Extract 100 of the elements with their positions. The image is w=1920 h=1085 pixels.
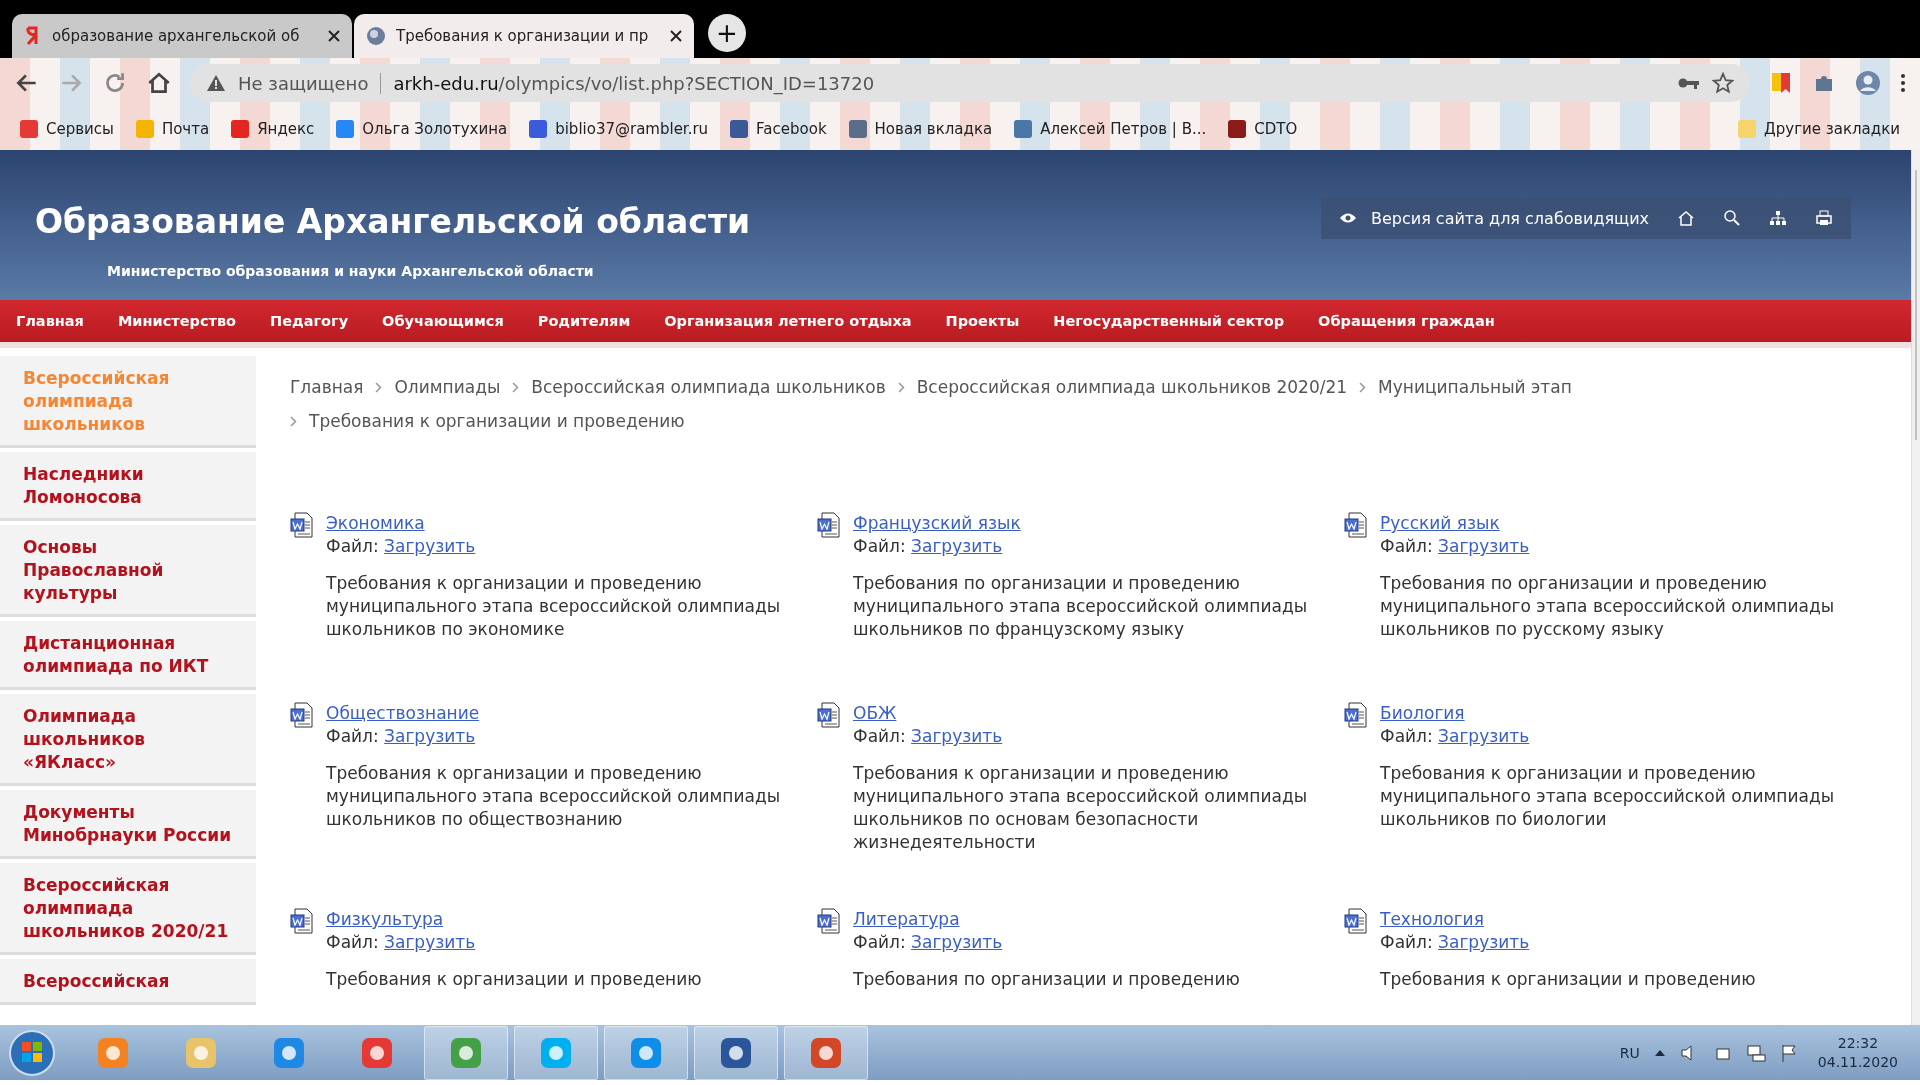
download-link[interactable]: Загрузить (911, 932, 1003, 952)
bookmark-link[interactable]: biblio37@rambler.ru (529, 120, 709, 138)
site-subtitle: Министерство образования и науки Архангельской области (107, 263, 595, 279)
bookmark-link[interactable]: Facebook (730, 120, 827, 138)
menu-icon[interactable] (1900, 72, 1906, 94)
document-icon (1344, 908, 1368, 934)
file-label: Файл: (326, 932, 379, 952)
nav-link[interactable]: Педагогу (270, 313, 349, 329)
download-link[interactable]: Загрузить (384, 536, 476, 556)
start-button[interactable] (8, 1028, 56, 1077)
bookmark-link[interactable]: Новая вкладка (848, 120, 993, 138)
document-title-link[interactable]: Физкультура (326, 909, 444, 929)
bookmark-link[interactable]: Сервисы (20, 120, 114, 138)
chevron-icon (897, 381, 905, 393)
file-label: Файл: (1380, 536, 1433, 556)
accessibility-link[interactable]: Версия сайта для слабовидящих (1338, 208, 1649, 228)
sidebar-item[interactable]: Всероссийская (0, 959, 256, 1005)
other-bookmarks-link[interactable]: Другие закладки (1738, 120, 1900, 138)
nav-link[interactable]: Обращения граждан (1318, 313, 1495, 329)
nav-link[interactable]: Проекты (945, 313, 1020, 329)
download-link[interactable]: Загрузить (1438, 536, 1530, 556)
clock-time: 22:32 (1836, 1033, 1880, 1053)
bookmark-link[interactable]: Почта (135, 120, 210, 138)
taskbar-app-button[interactable] (604, 1025, 688, 1080)
document-icon (817, 702, 841, 728)
breadcrumb-link[interactable]: Олимпиады (394, 370, 501, 404)
breadcrumb-link[interactable]: Всероссийская олимпиада школьников 2020/21 (916, 370, 1348, 404)
warning-icon (206, 74, 226, 92)
document-icon (290, 512, 314, 538)
file-label: Файл: (326, 536, 379, 556)
document-title-link[interactable]: Биология (1380, 703, 1465, 723)
breadcrumb-link[interactable]: Всероссийская олимпиада школьников (531, 370, 886, 404)
file-label: Файл: (1380, 726, 1433, 746)
scrollbar[interactable] (1911, 150, 1920, 1025)
document-description: Требования по организации и проведению (853, 968, 1241, 991)
scrollbar-thumb[interactable] (1915, 170, 1917, 440)
search-icon[interactable] (1723, 209, 1741, 227)
sidebar-item[interactable]: Олимпиада школьников «ЯКласс» (0, 694, 256, 786)
new-tab-button[interactable]: + (708, 14, 746, 52)
nav-link[interactable]: Организация летнего отдыха (664, 313, 912, 329)
breadcrumb-link[interactable]: Требования к организации и проведению (309, 404, 685, 438)
clock[interactable]: 22:32 04.11.2020 (1803, 1033, 1912, 1072)
close-icon[interactable] (328, 30, 340, 42)
nav-link[interactable]: Министерство (117, 313, 237, 329)
taskbar-app-button[interactable] (784, 1025, 868, 1080)
document-icon (1344, 702, 1368, 728)
document-title-link[interactable]: Русский язык (1380, 513, 1500, 533)
nav-link[interactable]: Главная (16, 313, 84, 329)
profile-icon[interactable] (1854, 69, 1882, 97)
security-label: Не защищено (238, 72, 382, 94)
taskbar-app-button[interactable] (424, 1025, 508, 1080)
file-label: Файл: (853, 726, 906, 746)
browser-tab[interactable]: образование архангельской об (12, 14, 352, 58)
printer-icon[interactable] (1815, 209, 1833, 227)
flag-icon[interactable] (1779, 1042, 1798, 1063)
chevron-icon (512, 381, 520, 393)
download-link[interactable]: Загрузить (1438, 932, 1530, 952)
file-label: Файл: (1380, 932, 1433, 952)
site-title[interactable]: Образование Архангельской области (35, 202, 751, 241)
breadcrumb-link[interactable]: Муниципальный этап (1378, 370, 1572, 404)
sidebar-item[interactable]: Документы Минобрнауки России (0, 790, 256, 859)
home-icon[interactable] (1677, 209, 1695, 227)
download-link[interactable]: Загрузить (1438, 726, 1530, 746)
download-link[interactable]: Загрузить (911, 726, 1003, 746)
bookmark-link[interactable]: Алексей Петров | В... (1014, 120, 1207, 138)
bookmark-link[interactable]: Яндекс (231, 120, 315, 138)
home-icon[interactable] (146, 70, 172, 96)
chevron-icon (290, 415, 297, 427)
document-description: Требования по организации и проведению муниципального этапа всероссийской олимпиады школьников по русскому языку (1380, 572, 1836, 641)
sitemap-icon[interactable] (1769, 209, 1787, 227)
sidebar-item[interactable]: Наследники Ломоносова (0, 452, 256, 521)
taskbar-app-button[interactable] (694, 1025, 778, 1080)
document-title-link[interactable]: ОБЖ (853, 703, 897, 723)
document-description: Требования к организации и проведению (1380, 968, 1757, 991)
chevron-icon (1359, 381, 1367, 393)
document-title-link[interactable]: Технология (1380, 909, 1484, 929)
document-title-link[interactable]: Французский язык (853, 513, 1021, 533)
browser-tab[interactable]: Требования к организации и пр (354, 14, 694, 58)
star-icon[interactable] (1712, 72, 1734, 94)
breadcrumb-link[interactable]: Главная (290, 370, 364, 404)
download-link[interactable]: Загрузить (911, 536, 1003, 556)
clock-date: 04.11.2020 (1817, 1052, 1898, 1072)
file-label: Файл: (326, 726, 379, 746)
download-link[interactable]: Загрузить (384, 932, 476, 952)
sidebar-item[interactable]: Основы Православной культуры (0, 525, 256, 617)
nav-link[interactable]: Обучающимся (382, 313, 504, 329)
key-icon[interactable] (1678, 76, 1700, 90)
close-icon[interactable] (670, 30, 682, 42)
document-title-link[interactable]: Экономика (326, 513, 425, 533)
sidebar-item[interactable]: Дистанционная олимпиада по ИКТ (0, 621, 256, 690)
language-indicator[interactable]: RU (1619, 1044, 1640, 1061)
bookmark-link[interactable]: Ольга Золотухина (336, 120, 508, 138)
bookmark-link[interactable]: CDTO (1228, 120, 1298, 138)
document-title-link[interactable]: Обществознание (326, 703, 480, 723)
download-link[interactable]: Загрузить (384, 726, 476, 746)
sidebar-item[interactable]: Всероссийская олимпиада школьников 2020/21 (0, 863, 256, 955)
nav-link[interactable]: Негосударственный сектор (1053, 313, 1285, 329)
nav-link[interactable]: Родителям (537, 313, 631, 329)
document-title-link[interactable]: Литература (853, 909, 960, 929)
address-bar[interactable]: Не защищено arkh-edu.ru/olympics/vo/list.php?SECTION_ID=13720 (190, 64, 1750, 102)
